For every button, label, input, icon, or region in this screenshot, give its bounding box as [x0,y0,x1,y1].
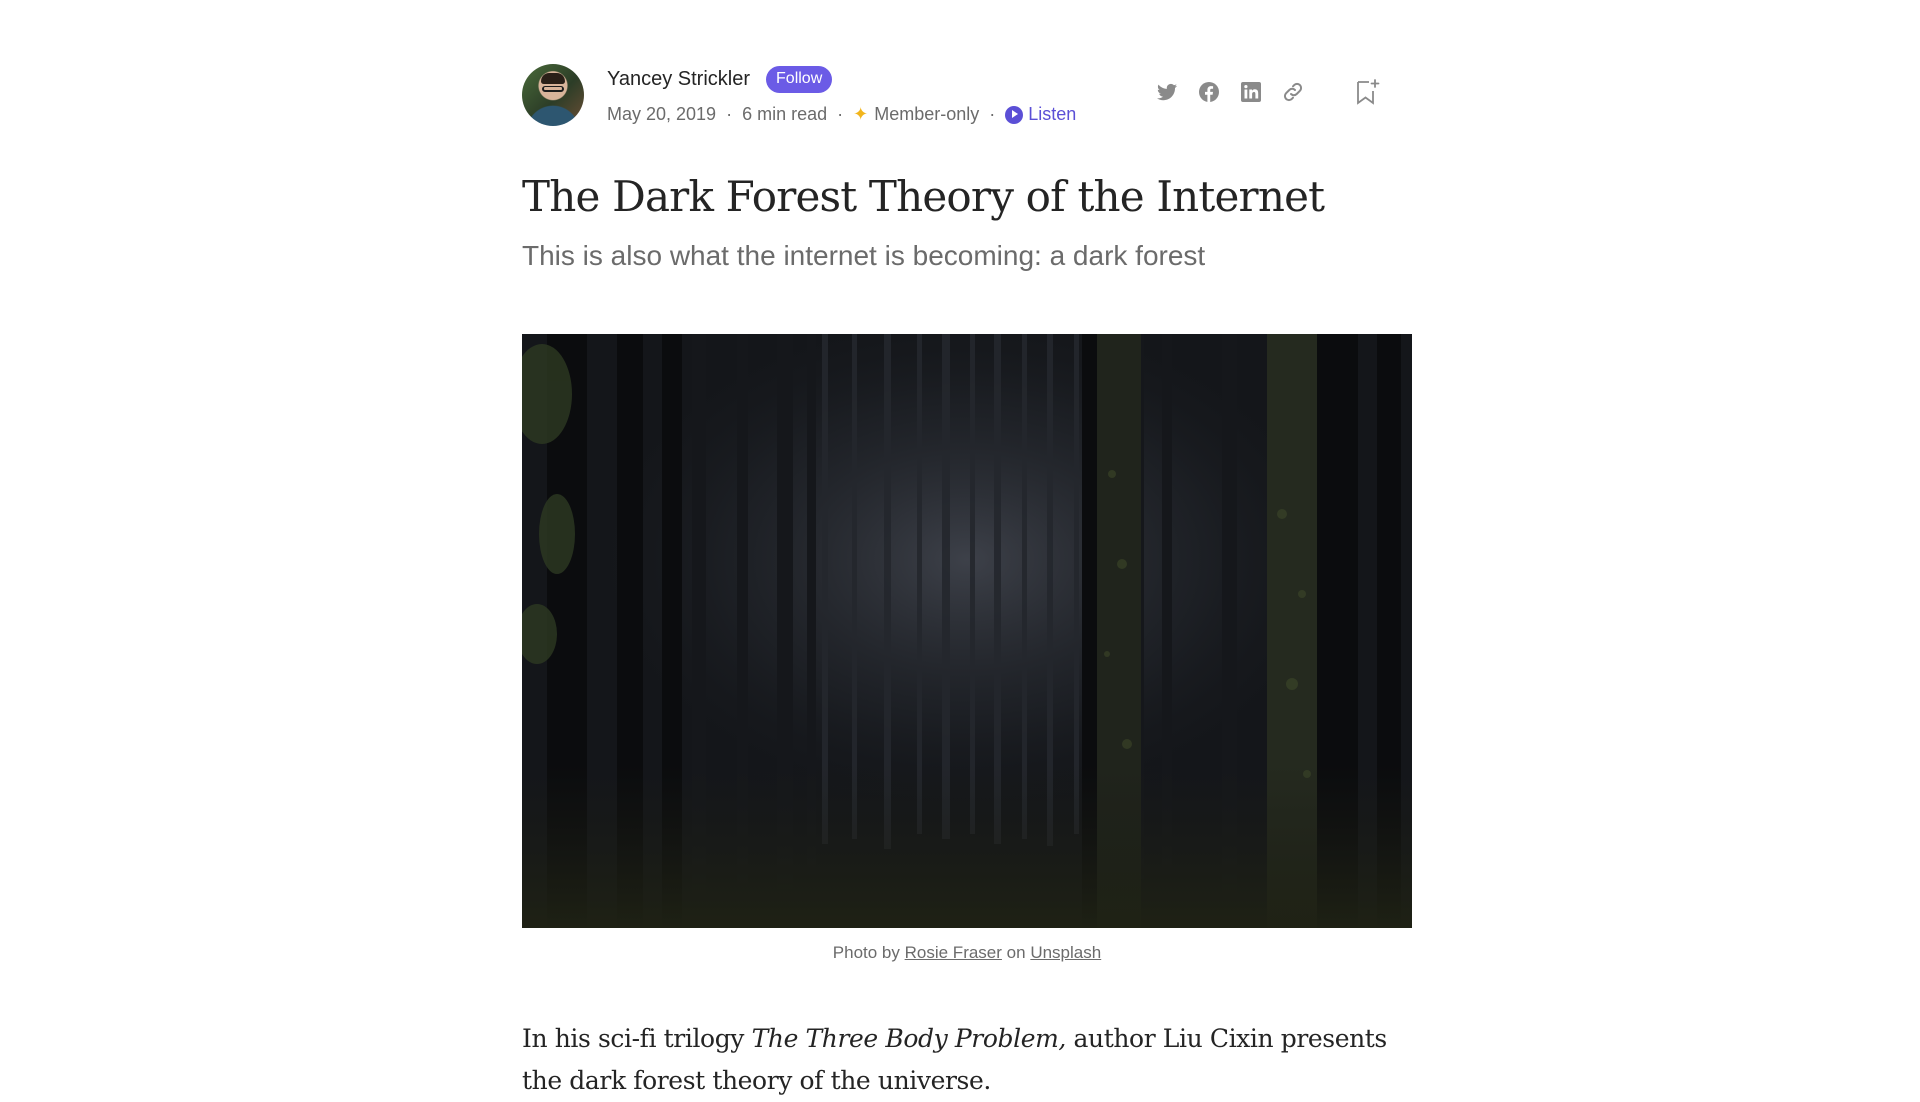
author-row: Yancey Strickler Follow [607,66,833,93]
meta-separator: · [989,104,996,124]
photographer-link[interactable]: Rosie Fraser [905,943,1002,962]
read-time: 6 min read [742,104,828,124]
share-icons [1155,80,1305,104]
linkedin-icon[interactable] [1239,80,1263,104]
link-icon[interactable] [1281,80,1305,104]
member-only-label: Member-only [874,104,980,124]
article-title: The Dark Forest Theory of the Internet [522,172,1325,221]
follow-button[interactable]: Follow [766,66,833,93]
byline: Yancey Strickler Follow May 20, 2019 · 6… [522,64,1412,128]
caption-prefix: Photo by [832,943,900,962]
caption-middle: on [1006,943,1026,962]
article-subtitle: This is also what the internet is becomi… [522,240,1206,271]
image-caption: Photo by Rosie Fraser on Unsplash [522,943,1412,963]
avatar-glasses [542,86,564,92]
meta-separator: · [726,104,733,124]
twitter-icon[interactable] [1155,80,1179,104]
body-text-part1: In his sci-fi trilogy [522,1024,745,1053]
author-avatar[interactable] [522,64,584,126]
meta-row: May 20, 2019 · 6 min read · ✦ Member-onl… [607,104,1076,125]
facebook-icon[interactable] [1197,80,1221,104]
article-body-paragraph: In his sci-fi trilogy The Three Body Pro… [522,1018,1412,1102]
dark-forest-photo [522,334,1412,928]
listen-button[interactable]: Listen [1005,104,1076,125]
book-title: The Three Body Problem, [751,1024,1067,1053]
listen-label: Listen [1028,104,1077,124]
publish-date: May 20, 2019 [607,104,717,124]
meta-separator: · [837,104,844,124]
bookmark-icon[interactable] [1354,78,1380,106]
avatar-hair [541,73,565,84]
star-icon: ✦ [853,104,869,124]
unsplash-link[interactable]: Unsplash [1030,943,1101,962]
play-icon [1005,105,1024,124]
hero-image [522,334,1412,928]
author-name[interactable]: Yancey Strickler [607,68,750,91]
